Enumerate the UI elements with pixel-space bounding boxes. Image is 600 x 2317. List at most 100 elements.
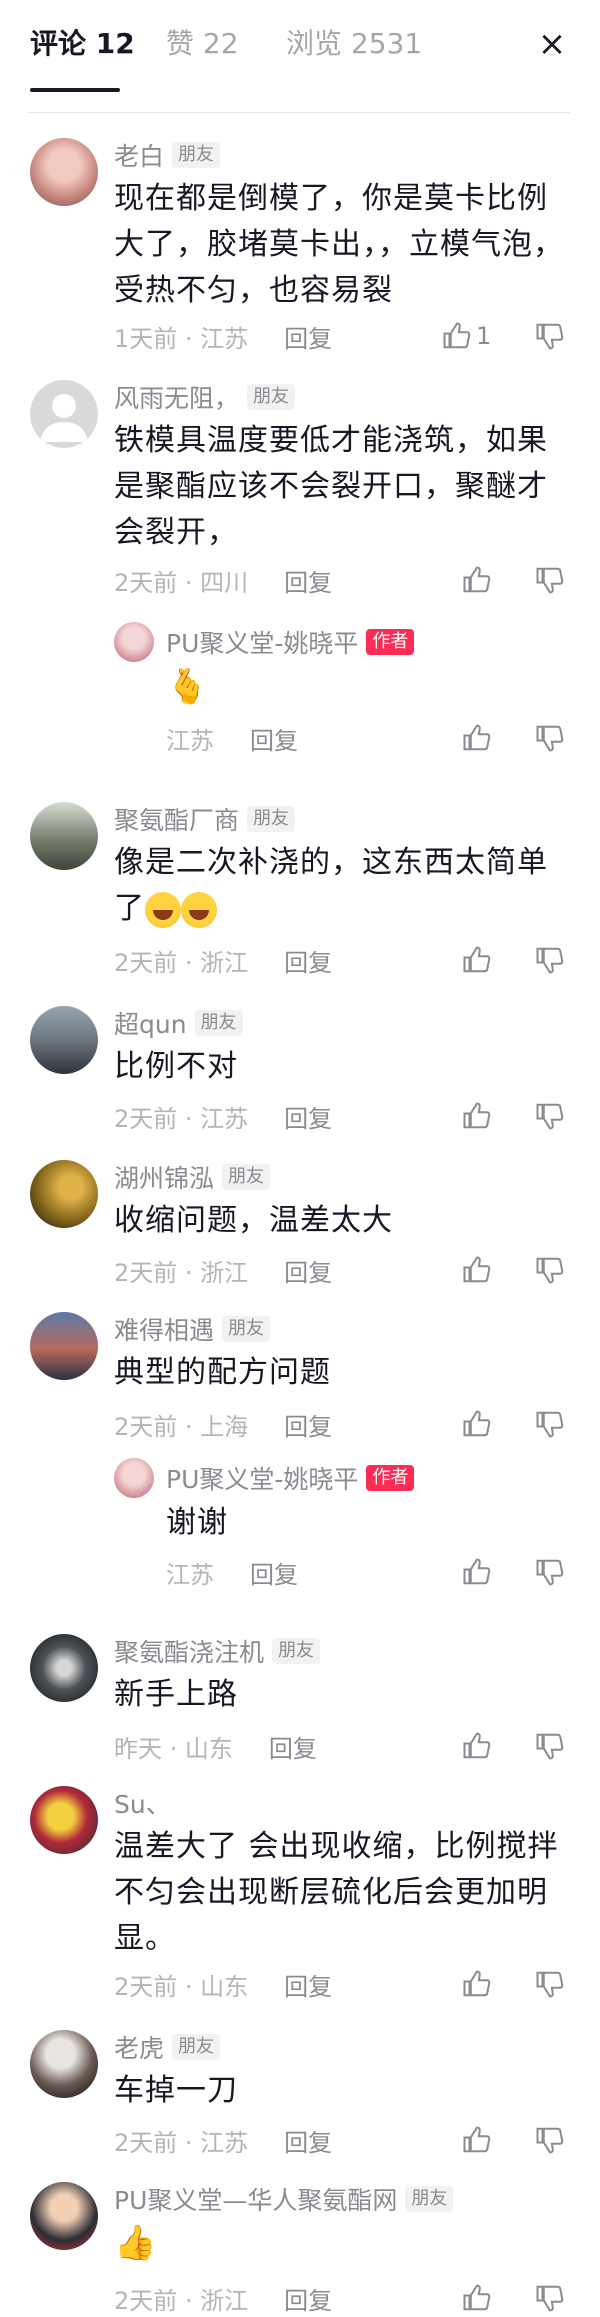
thumbs-down-icon <box>536 947 564 974</box>
avatar[interactable] <box>30 802 98 870</box>
dislike-button[interactable] <box>535 562 565 598</box>
dislike-button[interactable] <box>535 1406 565 1442</box>
thumbs-up-icon <box>463 724 491 751</box>
reply-button[interactable]: 回复 <box>284 1407 332 1442</box>
user-name[interactable]: 聚氨酯厂商 <box>114 801 239 837</box>
avatar[interactable] <box>30 380 98 448</box>
reply-button[interactable]: 回复 <box>250 1555 298 1590</box>
reply-button[interactable]: 回复 <box>269 1729 317 1764</box>
avatar[interactable] <box>30 1160 98 1228</box>
comment-text: 典型的配方问题 <box>114 1355 331 1390</box>
reply-button[interactable]: 回复 <box>284 1253 332 1288</box>
avatar[interactable] <box>30 1312 98 1380</box>
comment-text: 新手上路 <box>114 1677 238 1712</box>
avatar[interactable] <box>114 622 154 662</box>
like-button[interactable]: 1 <box>442 318 491 354</box>
dislike-button[interactable] <box>535 942 565 978</box>
avatar[interactable] <box>30 2182 98 2250</box>
like-button[interactable] <box>462 1728 492 1764</box>
user-name[interactable]: PU聚义堂-姚晓平 <box>166 624 358 660</box>
friend-badge: 朋友 <box>222 1316 271 1342</box>
thumbs-down-icon <box>536 1257 564 1284</box>
like-button[interactable] <box>462 1098 492 1134</box>
avatar[interactable] <box>30 2030 98 2098</box>
reply-button[interactable]: 回复 <box>284 563 332 598</box>
time-location: 2天前 · 浙江 <box>114 948 249 977</box>
dislike-button[interactable] <box>535 2122 565 2158</box>
like-button[interactable] <box>462 1406 492 1442</box>
laughing-emoji-icon <box>145 891 181 928</box>
reply-button[interactable]: 回复 <box>284 1099 332 1134</box>
time-location: 2天前 · 江苏 <box>114 2128 249 2157</box>
comment-text: 👍 <box>114 2223 158 2263</box>
avatar[interactable] <box>30 1006 98 1074</box>
comment-meta: 江苏 回复 <box>166 720 298 756</box>
like-button[interactable] <box>462 562 492 598</box>
user-name[interactable]: PU聚义堂-姚晓平 <box>166 1460 358 1496</box>
dislike-button[interactable] <box>535 318 565 354</box>
reply-button[interactable]: 回复 <box>284 943 332 978</box>
user-name[interactable]: 老虎 <box>114 2029 164 2065</box>
name-row: Su、 <box>114 1786 171 1820</box>
close-icon[interactable]: × <box>530 22 574 66</box>
comment-text: 像是二次补浇的，这东西太简单了 <box>114 840 574 932</box>
reply-button[interactable]: 回复 <box>284 2123 332 2158</box>
dislike-button[interactable] <box>535 720 565 756</box>
thumbs-down-icon <box>536 725 564 752</box>
dislike-button[interactable] <box>535 2280 565 2316</box>
comment-meta: 昨天 · 山东 回复 <box>114 1728 317 1764</box>
user-name[interactable]: 湖州锦泓 <box>114 1159 214 1195</box>
thumbs-up-icon <box>443 322 471 349</box>
like-button[interactable] <box>462 2122 492 2158</box>
name-row: 老虎 朋友 <box>114 2029 221 2065</box>
reply-button[interactable]: 回复 <box>284 2281 332 2316</box>
thumbs-up-icon <box>463 2126 491 2153</box>
dislike-button[interactable] <box>535 1728 565 1764</box>
like-button[interactable] <box>462 1554 492 1590</box>
user-name[interactable]: 风雨无阻， <box>114 379 239 415</box>
tab-comments[interactable]: 评论 12 <box>30 24 135 64</box>
comment-text: 收缩问题，温差太大 <box>114 1203 393 1238</box>
dislike-button[interactable] <box>535 1966 565 2002</box>
name-row: 聚氨酯浇注机 朋友 <box>114 1633 321 1669</box>
user-name[interactable]: 聚氨酯浇注机 <box>114 1633 264 1669</box>
avatar[interactable] <box>30 1786 98 1854</box>
user-name[interactable]: PU聚义堂—华人聚氨酯网 <box>114 2181 397 2217</box>
user-name[interactable]: 难得相遇 <box>114 1311 214 1347</box>
avatar[interactable] <box>114 1458 154 1498</box>
avatar[interactable] <box>30 1634 98 1702</box>
comment-meta: 江苏 回复 <box>166 1554 298 1590</box>
reply-button[interactable]: 回复 <box>250 721 298 756</box>
user-name[interactable]: Su、 <box>114 1785 171 1821</box>
comment-text: 铁模具温度要低才能浇筑，如果是聚酯应该不会裂开口，聚醚才会裂开， <box>114 423 548 550</box>
avatar[interactable] <box>30 138 98 206</box>
time-location: 1天前 · 江苏 <box>114 324 249 353</box>
like-button[interactable] <box>462 720 492 756</box>
like-button[interactable] <box>462 1966 492 2002</box>
like-button[interactable] <box>462 2280 492 2316</box>
name-row: 风雨无阻， 朋友 <box>114 379 296 415</box>
thumbs-down-icon <box>536 1103 564 1130</box>
author-badge: 作者 <box>366 629 415 655</box>
time-location: 昨天 · 山东 <box>114 1734 233 1763</box>
like-button[interactable] <box>462 942 492 978</box>
thumbs-up-icon <box>463 946 491 973</box>
tab-likes[interactable]: 赞 22 <box>166 24 239 64</box>
user-name[interactable]: 老白 <box>114 137 164 173</box>
reply-button[interactable]: 回复 <box>284 319 332 354</box>
comments-header: 评论 12 赞 22 浏览 2531 × <box>0 0 600 113</box>
comment-text: 比例不对 <box>114 1049 238 1084</box>
reply-button[interactable]: 回复 <box>284 1967 332 2002</box>
friend-badge: 朋友 <box>247 384 296 410</box>
name-row: 难得相遇 朋友 <box>114 1311 271 1347</box>
dislike-button[interactable] <box>535 1098 565 1134</box>
like-button[interactable] <box>462 1252 492 1288</box>
comment-text: 现在都是倒模了，你是莫卡比例大了，胶堵莫卡出，，立模气泡，受热不匀，也容易裂 <box>114 181 564 308</box>
author-badge: 作者 <box>366 1465 415 1491</box>
dislike-button[interactable] <box>535 1554 565 1590</box>
dislike-button[interactable] <box>535 1252 565 1288</box>
name-row: 超qun 朋友 <box>114 1006 243 1040</box>
tab-views[interactable]: 浏览 2531 <box>286 24 422 64</box>
header-divider <box>28 112 570 113</box>
user-name[interactable]: 超qun <box>114 1005 187 1041</box>
